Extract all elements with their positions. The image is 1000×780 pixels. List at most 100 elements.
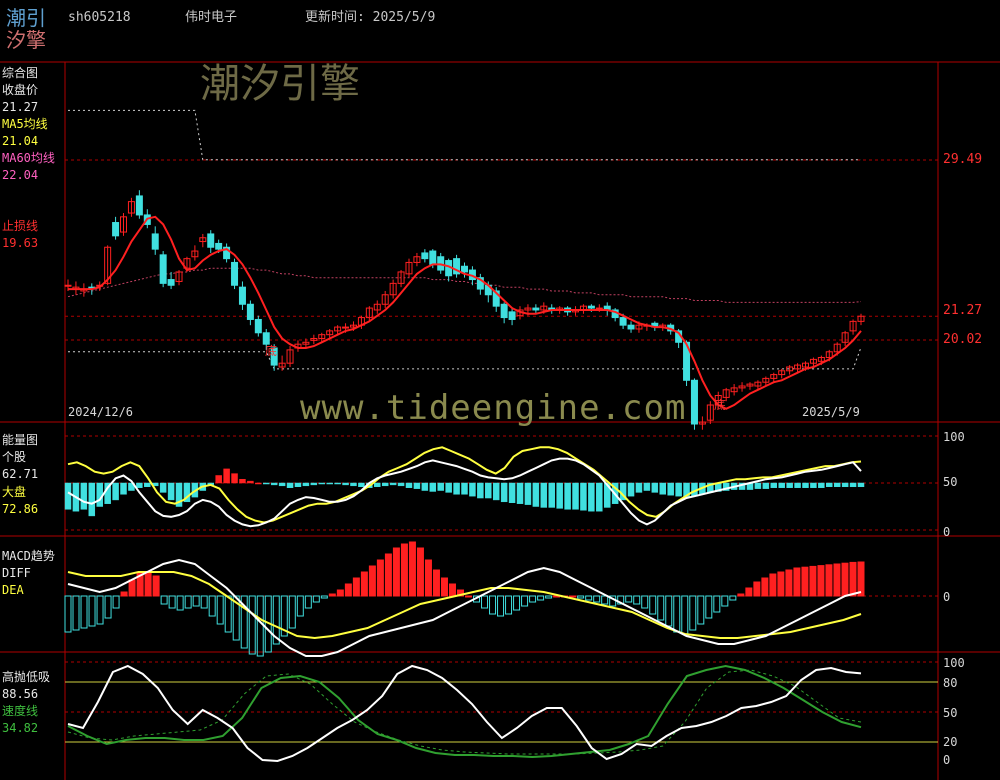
energy-bar	[548, 482, 555, 508]
panel4-axis-80: 80	[943, 676, 958, 690]
macd-bar	[440, 577, 448, 597]
macd-bar	[769, 573, 777, 597]
energy-bar	[263, 482, 270, 485]
macd-bar	[521, 595, 529, 607]
macd-bar	[825, 564, 833, 597]
macd-bar	[801, 566, 809, 597]
candle-body	[627, 324, 635, 330]
macd-bar	[184, 595, 192, 609]
macd-bar	[545, 595, 553, 599]
stop-loss-value: 19.63	[2, 236, 39, 250]
macd-bar	[785, 569, 793, 597]
candle-body	[112, 222, 120, 237]
candle-body	[238, 286, 246, 305]
energy-bar	[231, 473, 238, 484]
candle-body	[500, 303, 508, 319]
candle-body	[532, 307, 540, 311]
macd-bar	[104, 595, 112, 619]
energy-bar	[540, 482, 548, 508]
energy-bar	[64, 482, 72, 510]
energy-bar	[492, 482, 500, 501]
macd-bar	[88, 595, 96, 627]
energy-bar	[80, 482, 88, 510]
macd-bar	[120, 591, 128, 597]
macd-bar	[400, 543, 408, 597]
energy-bar	[532, 482, 540, 507]
speed-label: 速度线	[2, 704, 39, 718]
ma5-line	[68, 215, 862, 410]
energy-bar	[778, 482, 785, 488]
macd-bar	[641, 595, 649, 609]
date-end: 2025/5/9	[802, 405, 860, 419]
energy-bar	[651, 482, 659, 493]
energy-bar	[278, 482, 286, 487]
energy-bar	[857, 482, 865, 488]
energy-bar	[818, 482, 825, 488]
energy-bar	[215, 475, 222, 484]
ma60-value: 22.04	[2, 168, 39, 182]
energy-bar	[144, 482, 151, 488]
diff-label: DIFF	[2, 566, 31, 580]
close-label: 收盘价	[2, 83, 39, 97]
energy-bar	[596, 482, 603, 512]
energy-bar	[318, 482, 326, 485]
macd-bar	[216, 595, 224, 625]
candle-body	[64, 284, 72, 287]
date-start: 2024/12/6	[68, 405, 134, 419]
macd-bar	[304, 595, 312, 609]
energy-bar	[239, 478, 246, 484]
panel2-axis-100: 100	[943, 430, 965, 444]
energy-bar	[461, 482, 468, 495]
macd-bar	[328, 593, 336, 597]
energy-bar	[358, 482, 365, 488]
energy-bar	[342, 482, 349, 486]
macd-bar	[256, 595, 264, 657]
ma5-value: 21.04	[2, 134, 39, 148]
macd-bar	[809, 565, 817, 597]
oscillator-main-line	[67, 664, 862, 763]
macd-bar	[152, 575, 160, 597]
stock-energy-label: 个股	[2, 450, 27, 464]
candle-body	[215, 242, 223, 250]
stop-loss-label: 止损线	[2, 219, 39, 233]
panel2-axis-50: 50	[943, 475, 958, 489]
energy-bar	[381, 482, 389, 487]
macd-bar	[857, 561, 865, 597]
macd-bar	[160, 595, 168, 605]
energy-bar	[833, 482, 841, 488]
energy-bar	[429, 482, 437, 492]
panel3-axis-0: 0	[943, 590, 951, 604]
macd-bar	[144, 571, 152, 597]
macd-bar	[633, 595, 641, 605]
macd-bar	[537, 595, 545, 601]
macd-bar	[376, 559, 384, 597]
macd-bar	[208, 595, 216, 617]
macd-bar	[176, 595, 184, 611]
panel3-title: MACD趋势	[2, 549, 55, 563]
candle-body	[619, 317, 627, 326]
macd-bar	[408, 541, 416, 597]
energy-bar	[112, 482, 119, 501]
macd-bar	[681, 595, 689, 635]
macd-bar	[761, 577, 769, 597]
macd-bar	[384, 553, 392, 597]
energy-bar	[564, 482, 571, 510]
candle-body	[254, 318, 262, 334]
close-value: 21.27	[2, 100, 39, 114]
energy-bar	[167, 482, 175, 501]
energy-bar	[802, 482, 809, 488]
macd-bar	[793, 567, 801, 597]
stock-chart-window: 潮引 汐擎 sh605218 伟时电子 更新时间: 2025/5/9 潮汐引擎 …	[0, 0, 1000, 780]
energy-bar	[310, 482, 318, 486]
macd-bar	[432, 569, 440, 597]
panel4-value: 88.56	[2, 687, 39, 701]
macd-bar	[224, 595, 232, 633]
macd-bar	[312, 595, 320, 603]
candle-body	[151, 233, 159, 250]
energy-bar	[841, 482, 849, 488]
macd-bar	[657, 595, 665, 621]
bottom-mark-1: 底	[265, 344, 278, 358]
macd-bar	[849, 561, 857, 597]
candle-body	[587, 305, 595, 309]
candle-body	[262, 332, 270, 345]
